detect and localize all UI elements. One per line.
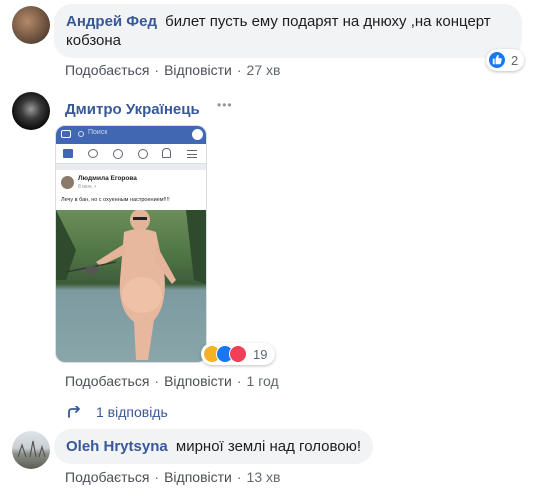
avatar-andrey[interactable]: [12, 6, 50, 44]
reaction-count: 19: [253, 346, 268, 362]
like-link[interactable]: Подобається: [65, 373, 149, 389]
search-icon: [78, 131, 84, 137]
love-reaction-icon: [229, 345, 247, 363]
post-text: Лечу в бан, но с охуенным настроением!!!…: [61, 197, 170, 203]
comment-actions-1: Подобається · Відповісти · 27 хв: [65, 62, 281, 78]
comment-bubble-1: Андрей Фед билет пусть ему подарят на дн…: [54, 4, 522, 58]
comment-author[interactable]: Дмитро Українець: [65, 101, 200, 118]
fb-post-card: Людмила Егорова 8 июн. • Лечу в бан, но …: [56, 170, 206, 210]
avatar-dmytro[interactable]: [12, 92, 50, 130]
like-reaction-icon: [488, 51, 506, 69]
comment-author[interactable]: Oleh Hrytsyna: [66, 438, 168, 455]
like-link[interactable]: Подобається: [65, 469, 149, 485]
groups-icon: [113, 149, 123, 159]
reaction-summary[interactable]: 2: [486, 49, 525, 71]
replies-count[interactable]: 1 відповідь: [96, 404, 168, 420]
fb-mobile-nav: [56, 144, 206, 164]
comment-image[interactable]: Поиск Людмила Егорова 8 июн. • Лечу в ба…: [55, 125, 207, 363]
fb-mobile-header: Поиск: [56, 126, 206, 144]
messenger-icon: [192, 129, 203, 140]
comment-actions-3: Подобається · Відповісти · 13 хв: [65, 469, 281, 485]
friends-icon: [88, 149, 98, 158]
post-photo: [56, 210, 206, 362]
timestamp[interactable]: 1 год: [247, 373, 279, 389]
search-placeholder: Поиск: [88, 129, 108, 136]
more-options-icon[interactable]: •••: [217, 98, 233, 112]
post-meta: 8 июн. •: [78, 184, 97, 190]
reply-link[interactable]: Відповісти: [164, 373, 232, 389]
reply-arrow-icon: [68, 405, 80, 418]
reply-link[interactable]: Відповісти: [164, 62, 232, 78]
view-replies-link[interactable]: 1 відповідь: [68, 404, 168, 420]
like-link[interactable]: Подобається: [65, 62, 149, 78]
comment-bubble-3: Oleh Hrytsyna мирної землі над головою!: [54, 429, 374, 464]
post-author: Людмила Егорова: [78, 175, 137, 182]
camera-icon: [61, 130, 71, 138]
notifications-icon: [162, 148, 171, 158]
comment-actions-2: Подобається · Відповісти · 1 год: [65, 373, 279, 389]
profile-icon: [138, 149, 148, 159]
reply-link[interactable]: Відповісти: [164, 469, 232, 485]
news-feed-icon: [63, 149, 73, 158]
avatar-oleh[interactable]: [12, 431, 50, 469]
reaction-summary[interactable]: 19: [201, 343, 276, 365]
timestamp[interactable]: 13 хв: [247, 469, 281, 485]
timestamp[interactable]: 27 хв: [247, 62, 281, 78]
post-avatar: [61, 176, 74, 189]
comment-text: мирної землі над головою!: [175, 438, 362, 455]
reaction-count: 2: [511, 52, 519, 68]
comment-author[interactable]: Андрей Фед: [66, 13, 157, 30]
